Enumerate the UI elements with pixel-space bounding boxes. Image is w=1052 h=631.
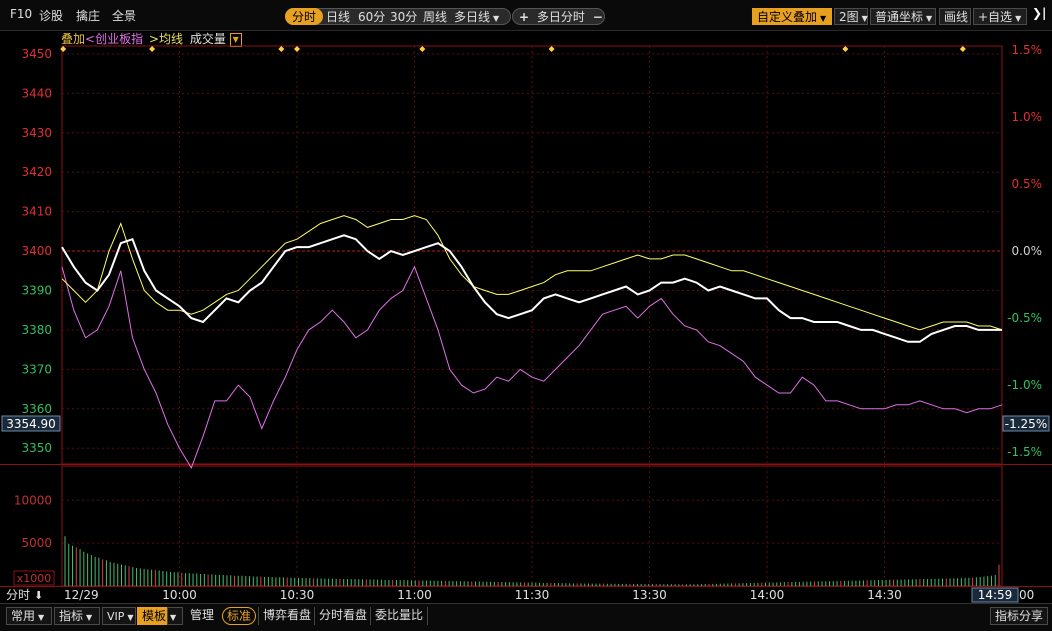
price-axis-label: 3440 [21,86,52,100]
vip-button[interactable]: VIP ▼ [102,607,136,625]
event-markers [60,46,966,52]
time-end-label: 00 [1019,588,1034,602]
current-price-value: 3354.90 [6,417,56,431]
grid-lines [62,46,1002,586]
tab-bid-ratio[interactable]: 委比量比 [370,607,429,625]
indicator-button[interactable]: 指标 ▼ [54,607,100,625]
chevron-down-icon: ▼ [38,613,45,622]
time-axis-label: 11:00 [397,588,432,602]
arrow-down-icon: ⬇ [34,589,43,602]
volume-axis-label: 10000 [14,493,52,507]
chevron-down-icon: ▼ [170,613,177,622]
event-marker [294,46,300,52]
event-marker [149,46,156,52]
price-axis-label: 3450 [21,47,52,61]
price-axis-labels: 3450 3440 3430 3420 3410 3400 3390 3380 3370 3360… [21,47,52,455]
volume-unit-label: x1000 [17,572,52,585]
manage-button[interactable]: 管理 [186,607,218,625]
price-axis-label: 3420 [21,165,52,179]
template-button[interactable]: 模板 [137,607,167,625]
price-axis-label: 3390 [21,283,52,297]
template-dropdown[interactable]: ▼ [167,607,183,625]
chevron-down-icon: ▼ [127,613,134,622]
indicator-share-button[interactable]: 指标分享 [990,607,1049,625]
time-axis-label: 14:00 [750,588,785,602]
bottom-toolbar: 常用 ▼ 指标 ▼ VIP ▼ 模板 ▼ 管理 标准 博弈看盘 分时看盘 委比量比 指… [0,603,1052,631]
time-axis-label: 10:00 [162,588,197,602]
time-axis-labels: 12/29 10:00 10:30 11:00 11:30 13:30 14:00 14:30 [64,588,902,602]
time-axis-label: 14:30 [867,588,902,602]
event-marker [548,46,555,52]
time-axis-label: 12/29 [64,588,99,602]
percent-axis-label: 1.0% [1012,110,1043,124]
timeshare-chart[interactable]: 3450 3440 3430 3420 3410 3400 3390 3380 3370 3360… [0,0,1052,603]
percent-axis-label: -1.0% [1007,378,1042,392]
volume-axis-label: 5000 [21,536,52,550]
time-axis-label: 13:30 [632,588,667,602]
price-axis-label: 3360 [21,402,52,416]
event-marker [278,46,285,52]
tab-timeshare-watch[interactable]: 分时看盘 [314,607,371,625]
percent-axis-label: -1.5% [1007,445,1042,459]
price-axis-label: 3350 [21,441,52,455]
price-axis-label: 3370 [21,362,52,376]
event-marker [842,46,849,52]
time-axis-label: 11:30 [515,588,550,602]
tab-standard[interactable]: 标准 [222,607,257,625]
percent-axis-label: 1.5% [1012,43,1043,57]
percent-axis-labels: 1.5% 1.0% 0.5% 0.0% -0.5% -1.0% -1.5% [1007,43,1042,459]
common-button[interactable]: 常用 ▼ [6,607,52,625]
price-axis-label: 3430 [21,126,52,140]
time-mode-label[interactable]: 分时 [6,588,30,602]
event-marker [60,46,67,52]
price-axis-label: 3380 [21,323,52,337]
volume-axis-labels: 10000 5000 [14,493,52,550]
percent-axis-label: -0.5% [1007,311,1042,325]
event-marker [959,46,966,52]
tab-game-watch[interactable]: 博弈看盘 [258,607,315,625]
event-marker [419,46,426,52]
time-axis-label: 10:30 [280,588,315,602]
chevron-down-icon: ▼ [86,613,93,622]
current-time-value: 14:59 [978,588,1013,602]
percent-axis-label: 0.0% [1012,244,1043,258]
current-pct-value: -1.25% [1005,417,1047,431]
price-axis-label: 3400 [21,244,52,258]
percent-axis-label: 0.5% [1012,177,1043,191]
price-axis-label: 3410 [21,205,52,219]
